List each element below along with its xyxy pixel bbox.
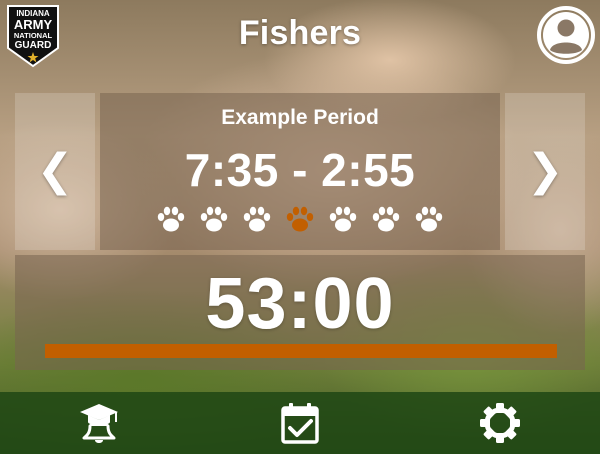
progress-bar	[45, 344, 557, 358]
timer-panel: 53:00	[15, 255, 585, 370]
graduation-bell-icon[interactable]	[76, 400, 122, 446]
progress-bar-fill	[45, 344, 557, 358]
paw-icon-active	[286, 206, 314, 232]
next-period-button[interactable]: ❯	[505, 93, 585, 250]
top-bar: INDIANA ARMY NATIONAL GUARD Fishers	[0, 0, 600, 70]
paw-icon	[415, 206, 443, 232]
calendar-check-icon[interactable]	[277, 400, 323, 446]
period-paw-indicators	[100, 206, 500, 234]
paw-icon	[372, 206, 400, 232]
chevron-left-icon: ❮	[36, 146, 74, 195]
chevron-right-icon: ❯	[526, 146, 564, 195]
previous-period-button[interactable]: ❮	[15, 93, 95, 250]
profile-avatar-icon[interactable]	[536, 5, 596, 65]
paw-icon	[200, 206, 228, 232]
period-time-range: 7:35 - 2:55	[184, 144, 416, 196]
paw-icon	[329, 206, 357, 232]
gear-icon[interactable]	[477, 400, 523, 446]
period-panel: ❮ Example Period 7:35 - 2:55 ❯	[15, 93, 585, 250]
paw-icon	[157, 206, 185, 232]
bottom-nav	[0, 392, 600, 454]
paw-icon	[243, 206, 271, 232]
period-name: Example Period	[221, 106, 379, 129]
period-info: Example Period 7:35 - 2:55	[100, 93, 500, 250]
countdown-timer: 53:00	[205, 264, 395, 344]
page-title: Fishers	[238, 14, 362, 52]
